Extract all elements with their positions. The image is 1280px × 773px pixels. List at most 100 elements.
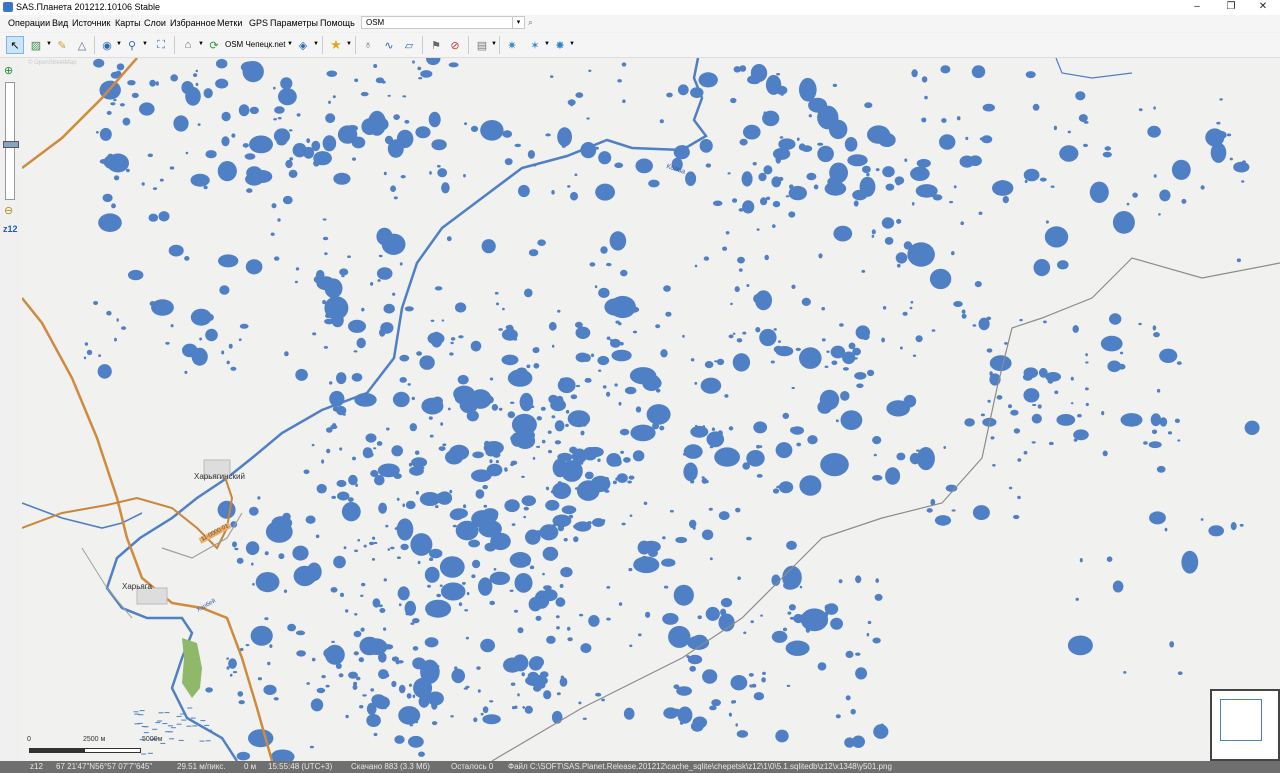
lake [529,565,535,570]
lake [873,724,889,739]
lake [397,586,410,601]
lake [391,656,399,662]
map-view[interactable]: © OpenStreetMap Харьягинский Харьяга Кол… [22,58,1280,761]
chevron-down-icon[interactable]: ▼ [544,41,550,47]
lake [270,232,275,236]
chevron-down-icon[interactable]: ▼ [346,41,352,47]
lake [1033,259,1051,277]
minimap[interactable] [1210,689,1280,761]
lake [511,413,537,436]
ruler-icon[interactable]: ✎ [53,36,71,54]
menu-favorites[interactable]: Избранное [170,17,216,30]
toolbar-separator [322,36,323,54]
lake [872,474,883,481]
lake [328,100,331,104]
menu-source[interactable]: Источник [72,17,110,30]
lake [362,694,367,697]
lake [1070,376,1074,381]
lake [354,393,377,407]
lake [543,690,552,700]
lake [273,86,276,90]
lake [429,434,434,438]
lake [960,221,964,225]
placemark-icon[interactable]: ♁ [359,36,377,54]
zoom-in-icon[interactable]: ⊕ [4,64,13,77]
lake [830,345,846,359]
lake [428,416,433,420]
lake [621,62,627,67]
chevron-down-icon[interactable]: ▼ [313,41,319,47]
lake [295,267,300,271]
menu-help[interactable]: Помощь [320,17,355,30]
hide-marks-icon[interactable]: ⊘ [446,36,464,54]
lake [542,589,558,602]
chevron-down-icon[interactable]: ▼ [198,41,204,47]
lake [288,129,293,132]
lake [463,687,468,690]
chevron-down-icon[interactable]: ▼ [142,41,148,47]
lake [864,102,873,109]
chevron-down-icon[interactable]: ▼ [116,41,122,47]
lake [537,239,546,246]
menu-gps[interactable]: GPS [249,17,268,30]
lake [628,567,633,572]
lake [114,337,117,342]
source-label[interactable]: OSM Чепецк.net [225,39,285,51]
menu-operations[interactable]: Операции [8,17,50,30]
chevron-down-icon[interactable]: ▼ [46,41,52,47]
lake [705,163,712,168]
close-button[interactable]: ✕ [1246,0,1280,15]
fullscreen-icon[interactable]: ⛶ [152,36,170,54]
search-icon[interactable]: ⌕ [528,17,533,28]
zoom-icon[interactable]: ⚲ [123,36,141,54]
lake [391,445,404,457]
marks-visibility-icon[interactable]: ⚑ [427,36,445,54]
chevron-down-icon[interactable]: ▾ [512,17,524,28]
lake [556,626,560,630]
lake [149,301,156,307]
lake [567,410,591,428]
menu-settings[interactable]: Параметры [270,17,318,30]
star-icon[interactable]: ★ [327,36,345,54]
zoom-slider[interactable] [3,82,19,200]
lake [429,171,432,175]
gps-connect-icon[interactable]: ✷ [503,36,521,54]
chevron-down-icon[interactable]: ▼ [569,41,575,47]
gps-track-icon[interactable]: ✶ [526,36,544,54]
menu-maps[interactable]: Карты [115,17,141,30]
lake [498,328,503,331]
path-icon[interactable]: ∿ [380,36,398,54]
gps-panel-icon[interactable]: ▤ [473,36,491,54]
polygon-mark-icon[interactable]: ▱ [400,36,418,54]
gps-center-icon[interactable]: ✸ [551,36,569,54]
map-canvas[interactable] [22,58,1280,761]
chevron-down-icon[interactable]: ▼ [491,41,497,47]
lake [284,351,289,357]
globe-icon[interactable]: ◉ [98,36,116,54]
menu-view[interactable]: Вид [52,17,68,30]
lake [449,509,465,521]
lake [1023,168,1040,182]
lake [523,506,529,511]
lake [982,103,995,112]
lake [1089,181,1109,203]
menu-layers[interactable]: Слои [144,17,166,30]
map-selector[interactable]: OSM ▾ [361,16,525,29]
polygon-tool-icon[interactable]: △ [73,36,91,54]
menu-marks[interactable]: Метки [217,17,242,30]
maximize-button[interactable]: ❐ [1214,0,1248,15]
zoom-out-icon[interactable]: ⊖ [4,204,13,217]
minimap-viewport[interactable] [1220,699,1262,741]
source-icon[interactable]: ⟳ [205,36,223,54]
map-select-icon[interactable]: ▨ [27,36,45,54]
satellite-icon[interactable]: ⌂ [179,36,197,54]
lake [1132,192,1138,198]
minimize-button[interactable]: – [1180,0,1214,15]
lake [83,356,87,360]
zoom-slider-thumb[interactable] [3,141,19,148]
lake [190,173,210,187]
lake [881,337,885,343]
chevron-down-icon[interactable]: ▼ [287,41,293,47]
pointer-tool-icon[interactable]: ↖ [6,36,24,54]
layers-icon[interactable]: ◈ [294,36,312,54]
